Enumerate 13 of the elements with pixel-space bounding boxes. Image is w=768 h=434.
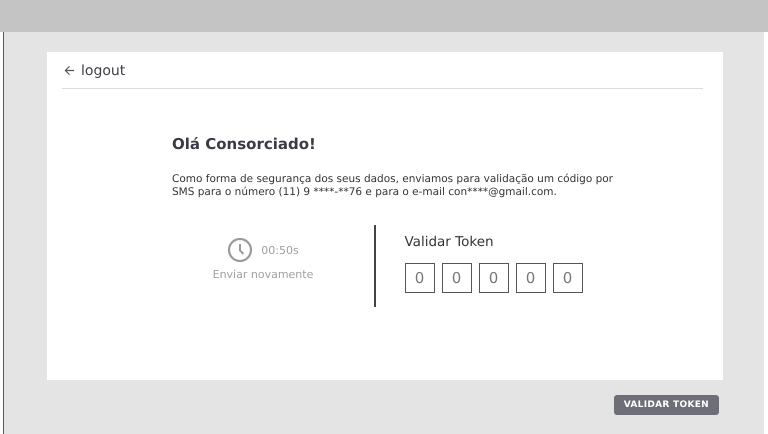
clock-icon xyxy=(227,237,254,263)
validate-token-button[interactable]: VALIDAR TOKEN xyxy=(614,395,719,415)
token-digit-field[interactable]: 0 xyxy=(516,263,546,293)
countdown-timer: 00:50s xyxy=(261,244,299,256)
token-title: Validar Token xyxy=(404,234,495,250)
message-text: Como forma de segurança dos seus dados, enviamos para validação um código por SMS para o número (11) 9 ****-**76 e para o e-mail con****@gmail.com. xyxy=(172,173,614,198)
token-digit-field[interactable]: 0 xyxy=(442,263,472,293)
token-digit-field[interactable]: 0 xyxy=(404,263,434,293)
logout-link[interactable]: logout xyxy=(62,62,126,78)
token-digit-field[interactable]: 0 xyxy=(478,263,508,293)
greeting-heading: Olá Consorciado! xyxy=(172,135,317,153)
token-digit-field[interactable]: 0 xyxy=(552,263,582,293)
back-arrow-icon xyxy=(64,65,75,76)
